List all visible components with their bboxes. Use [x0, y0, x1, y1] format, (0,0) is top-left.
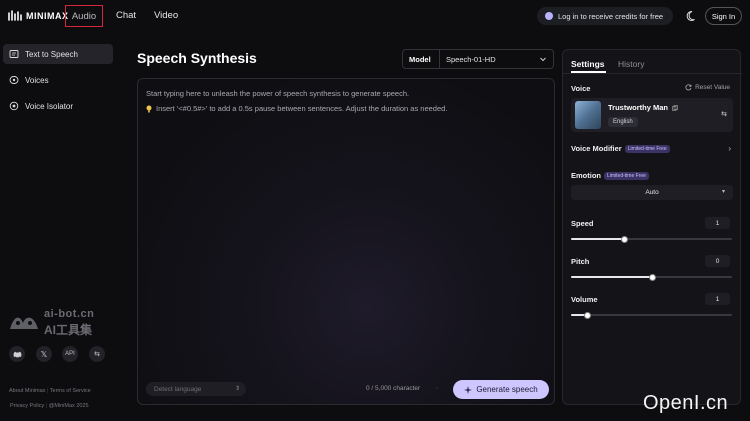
emotion-value: Auto: [645, 189, 659, 196]
text-editor[interactable]: Start typing here to unleash the power o…: [137, 78, 555, 405]
model-label: Model: [409, 54, 431, 64]
tab-settings[interactable]: Settings: [571, 59, 605, 69]
login-credits-button[interactable]: Log in to receive credits for free: [537, 7, 673, 25]
voice-name-text: Trustworthy Man: [608, 103, 669, 112]
openl-watermark: OpenI.cn: [643, 392, 729, 414]
voice-modifier-label: Voice Modifier: [571, 144, 622, 153]
volume-value-input[interactable]: 1: [705, 293, 730, 305]
tab-history[interactable]: History: [618, 59, 644, 69]
discord-glyph-icon: [13, 351, 21, 357]
about-link[interactable]: About Minimax: [9, 388, 45, 394]
brand-logo[interactable]: MINIMAX: [8, 9, 69, 23]
terms-link[interactable]: Terms of Service: [50, 388, 91, 394]
chevron-updown-icon: ⇕: [234, 386, 240, 392]
sparkle-icon: [464, 385, 473, 394]
nav-chat[interactable]: Chat: [116, 10, 136, 21]
emotion-label-row: Emotion Limited-time Free: [571, 171, 649, 181]
isolator-icon: [9, 101, 19, 111]
pitch-slider[interactable]: [571, 273, 732, 281]
settings-panel: Settings History Voice Reset Value Trust…: [562, 49, 742, 405]
pitch-value-input[interactable]: 0: [705, 255, 730, 267]
reset-value-button[interactable]: Reset Value: [685, 84, 730, 91]
toggle-glyph-icon: ⇆: [94, 351, 100, 358]
voice-language-tag: English: [608, 117, 638, 127]
sidebar-item-text-to-speech[interactable]: Text to Speech: [3, 44, 113, 64]
x-icon[interactable]: 𝕏: [36, 346, 52, 362]
reset-icon: [685, 84, 692, 91]
model-value: Speech-01-HD: [439, 50, 553, 68]
x-glyph-icon: 𝕏: [40, 349, 48, 359]
lightbulb-icon: [146, 105, 152, 112]
page-title: Speech Synthesis: [137, 50, 257, 66]
sidebar-item-label: Voices: [25, 75, 49, 85]
model-select[interactable]: Model Speech-01-HD: [402, 49, 554, 69]
voice-card[interactable]: Trustworthy Man English ⇆: [571, 98, 733, 132]
speed-slider-handle[interactable]: [620, 235, 628, 243]
discord-icon[interactable]: [9, 346, 25, 362]
speed-value-input[interactable]: 1: [705, 217, 730, 229]
generate-label: Generate speech: [476, 385, 538, 394]
speech-icon: [9, 50, 19, 58]
character-count: 0 / 5,000 character: [366, 385, 421, 392]
volume-label: Volume: [571, 295, 598, 304]
toggle-icon[interactable]: ⇆: [89, 346, 105, 362]
voices-icon: [9, 76, 19, 84]
chevron-right-icon[interactable]: ›: [728, 144, 731, 153]
voice-label: Voice: [571, 84, 591, 93]
generate-speech-button[interactable]: Generate speech: [453, 380, 549, 399]
promo-label: Log in to receive credits for free: [558, 11, 664, 21]
sign-in-button[interactable]: Sign In: [705, 7, 742, 25]
volume-slider-handle[interactable]: [583, 311, 591, 319]
pitch-label: Pitch: [571, 257, 590, 266]
brand-name: MINIMAX: [26, 11, 69, 21]
pitch-slider-fill: [571, 276, 652, 278]
pitch-slider-handle[interactable]: [648, 273, 656, 281]
chevron-down-icon: ▾: [721, 189, 725, 195]
sidebar-item-label: Voice Isolator: [25, 101, 74, 111]
editor-tip-text: Insert '<#0.5#>' to add a 0.5s pause bet…: [156, 104, 448, 113]
chevron-down-icon: [540, 57, 546, 62]
watermark-logo-icon: [10, 317, 38, 329]
limited-free-badge: Limited-time Free: [604, 172, 649, 181]
credit-icon: [545, 12, 553, 20]
api-label: API: [65, 351, 75, 357]
speed-label: Speed: [571, 219, 594, 228]
sidebar-item-voices[interactable]: Voices: [3, 70, 113, 90]
copyright-text: @MiniMax 2025: [48, 403, 89, 409]
swap-voice-icon[interactable]: ⇆: [721, 110, 727, 118]
speed-slider-fill: [571, 238, 624, 240]
volume-slider[interactable]: [571, 311, 732, 319]
emotion-select[interactable]: Auto ▾: [571, 185, 733, 200]
privacy-link[interactable]: Privacy Policy: [10, 403, 44, 409]
sidebar-item-label: Text to Speech: [25, 49, 78, 59]
speed-slider[interactable]: [571, 235, 732, 243]
reset-label: Reset Value: [695, 84, 730, 91]
top-bar: MINIMAX Audio Chat Video Log in to recei…: [0, 0, 750, 34]
api-link[interactable]: API: [62, 346, 78, 362]
footer-row-1: About Minimax | Terms of Service: [9, 388, 91, 394]
voice-name: Trustworthy Man: [608, 103, 678, 112]
nav-video[interactable]: Video: [154, 10, 178, 21]
footer-row-2: Privacy Policy | @MiniMax 2025: [10, 403, 89, 409]
voice-avatar: [575, 101, 601, 129]
dark-mode-icon[interactable]: [686, 10, 698, 22]
tab-divider: [563, 73, 742, 74]
minimax-logo-icon: [8, 10, 22, 21]
ai-bot-watermark: ai-bot.cn AI工具集: [8, 308, 94, 338]
emotion-label: Emotion: [571, 171, 601, 180]
voice-modifier-row[interactable]: Voice Modifier Limited-time Free: [571, 144, 670, 154]
editor-placeholder: Start typing here to unleash the power o…: [146, 89, 410, 98]
limited-free-badge: Limited-time Free: [624, 145, 670, 154]
copy-icon[interactable]: [672, 104, 678, 111]
nav-audio[interactable]: Audio: [65, 5, 103, 27]
language-select[interactable]: Detect language ⇕: [146, 382, 246, 396]
editor-tip: Insert '<#0.5#>' to add a 0.5s pause bet…: [146, 104, 447, 113]
separator-dot: ◦: [436, 385, 439, 392]
language-placeholder: Detect language: [154, 385, 202, 393]
sidebar-item-voice-isolator[interactable]: Voice Isolator: [3, 96, 113, 116]
